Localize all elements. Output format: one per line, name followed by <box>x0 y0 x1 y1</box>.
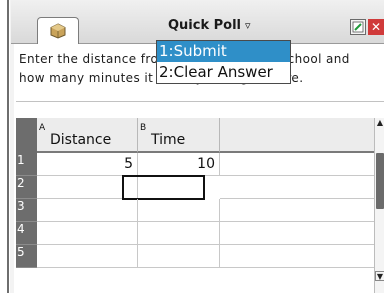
cell-b4[interactable] <box>138 222 220 245</box>
scroll-up-icon[interactable]: ▲ <box>375 118 384 128</box>
quick-poll-label: Quick Poll <box>168 18 242 33</box>
cell-a4[interactable] <box>37 222 138 245</box>
cell-b1[interactable]: 10 <box>138 153 220 176</box>
document-icon <box>50 23 66 39</box>
column-letter: A <box>39 123 46 133</box>
cell-c4[interactable] <box>220 222 374 245</box>
cell-b3[interactable] <box>138 199 220 222</box>
spreadsheet: A Distance B Time 1 5 10 2 3 4 5 ▲ ▼ <box>16 118 384 293</box>
top-toolbar: Quick Poll ▿ ✕ <box>11 0 384 44</box>
chevron-down-icon: ▿ <box>245 19 251 32</box>
cell-c3[interactable] <box>220 199 374 222</box>
window-controls: ✕ <box>350 19 384 35</box>
cell-c5[interactable] <box>220 245 374 268</box>
cell-b2-selected[interactable] <box>122 175 205 200</box>
menu-item-submit[interactable]: 1:Submit <box>157 41 290 62</box>
row-header[interactable]: 2 <box>16 176 37 199</box>
scroll-down-icon[interactable]: ▼ <box>375 271 384 281</box>
sheet-corner[interactable] <box>16 118 37 153</box>
row-header[interactable]: 1 <box>16 153 37 176</box>
vertical-scrollbar[interactable]: ▲ ▼ <box>374 118 384 293</box>
column-header-a[interactable]: A Distance <box>37 118 138 153</box>
edit-tool-icon[interactable] <box>350 19 366 35</box>
pencil-glyph <box>352 21 364 33</box>
row-header[interactable]: 3 <box>16 199 37 222</box>
column-header-b[interactable]: B Time <box>138 118 220 153</box>
column-name: Time <box>151 132 186 148</box>
column-letter: B <box>140 123 147 133</box>
quick-poll-dropdown: 1:Submit 2:Clear Answer <box>156 40 291 84</box>
cell-c1[interactable] <box>220 153 374 176</box>
cell-a1[interactable]: 5 <box>37 153 138 176</box>
cell-a5[interactable] <box>37 245 138 268</box>
scroll-thumb[interactable] <box>376 153 384 209</box>
row-header[interactable]: 4 <box>16 222 37 245</box>
cell-b5[interactable] <box>138 245 220 268</box>
menu-item-clear-answer[interactable]: 2:Clear Answer <box>157 62 290 83</box>
quick-poll-menu[interactable]: Quick Poll ▿ <box>168 18 251 33</box>
cell-a3[interactable] <box>37 199 138 222</box>
left-frame <box>0 0 9 293</box>
column-header-c[interactable] <box>220 118 374 153</box>
row-header[interactable]: 5 <box>16 245 37 268</box>
column-name: Distance <box>50 132 112 148</box>
close-icon[interactable]: ✕ <box>368 19 384 35</box>
document-tab[interactable] <box>37 17 79 44</box>
cell-c2[interactable] <box>220 176 374 199</box>
